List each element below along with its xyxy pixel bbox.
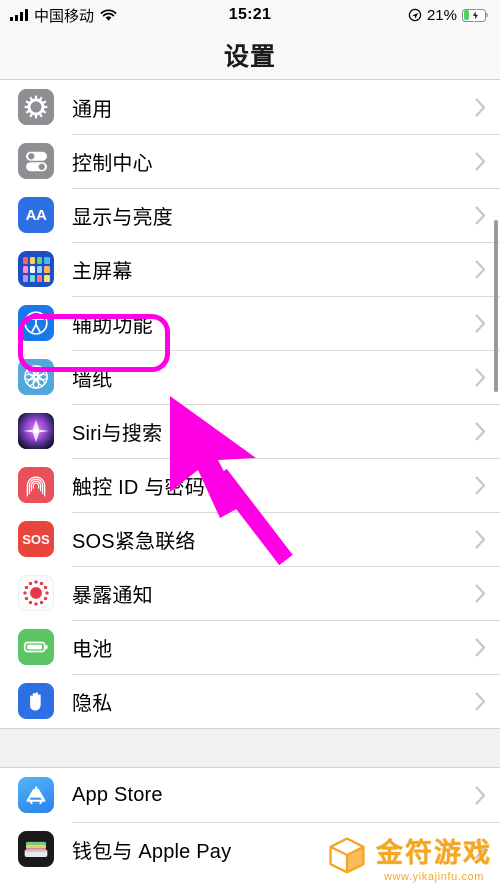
settings-row-label: 辅助功能 bbox=[72, 314, 153, 337]
watermark-text: 金符游戏 www.yikajinfu.com bbox=[376, 831, 492, 883]
accessibility-icon bbox=[18, 305, 54, 341]
wallet-icon bbox=[18, 831, 54, 867]
settings-row-label: 墙纸 bbox=[72, 368, 113, 391]
battery-percent-label: 21% bbox=[426, 6, 457, 24]
settings-row[interactable]: 主屏幕 bbox=[0, 242, 500, 296]
display-aa-icon: AA bbox=[18, 197, 54, 233]
privacy-hand-icon bbox=[18, 683, 54, 719]
wifi-icon bbox=[100, 8, 117, 22]
settings-row[interactable]: SOS SOS紧急联络 bbox=[0, 512, 500, 566]
siri-icon bbox=[18, 413, 54, 449]
gear-icon bbox=[18, 89, 54, 125]
settings-row[interactable]: AA 显示与亮度 bbox=[0, 188, 500, 242]
chevron-right-icon bbox=[475, 152, 486, 171]
settings-row-label: 电池 bbox=[72, 638, 113, 661]
watermark: 金符游戏 www.yikajinfu.com bbox=[326, 831, 492, 883]
settings-row-label: 主屏幕 bbox=[72, 260, 133, 283]
battery-charging-icon bbox=[462, 8, 488, 22]
chevron-right-icon bbox=[475, 422, 486, 441]
cube-logo-icon bbox=[326, 834, 368, 881]
status-bar-left: 中国移动 bbox=[10, 5, 117, 26]
toggles-icon bbox=[18, 143, 54, 179]
settings-row[interactable]: 墙纸 bbox=[0, 350, 500, 404]
chevron-right-icon bbox=[475, 530, 486, 549]
wallpaper-flower-icon bbox=[18, 359, 54, 395]
settings-row[interactable]: 暴露通知 bbox=[0, 566, 500, 620]
chevron-right-icon bbox=[475, 476, 486, 495]
status-bar: 中国移动 15:21 21% bbox=[0, 0, 500, 30]
chevron-right-icon bbox=[475, 692, 486, 711]
settings-row[interactable]: App Store bbox=[0, 768, 500, 822]
watermark-url: www.yikajinfu.com bbox=[383, 871, 485, 883]
settings-row[interactable]: 隐私 bbox=[0, 674, 500, 728]
settings-row[interactable]: 控制中心 bbox=[0, 134, 500, 188]
chevron-right-icon bbox=[475, 260, 486, 279]
chevron-right-icon bbox=[475, 786, 486, 805]
settings-row[interactable]: 电池 bbox=[0, 620, 500, 674]
carrier-label: 中国移动 bbox=[34, 7, 95, 25]
settings-row[interactable]: 通用 bbox=[0, 80, 500, 134]
fingerprint-icon bbox=[18, 467, 54, 503]
clock-label: 15:21 bbox=[228, 6, 272, 23]
settings-row-label: 通用 bbox=[72, 98, 113, 121]
home-screen-grid-icon bbox=[18, 251, 54, 287]
settings-group-primary: 通用控制中心 AA 显示与亮度主屏幕辅助功能墙纸 Siri与搜索触控 ID 与密码 SO… bbox=[0, 80, 500, 728]
exposure-notification-icon bbox=[18, 575, 54, 611]
watermark-title: 金符游戏 bbox=[376, 838, 492, 868]
app-store-icon bbox=[18, 777, 54, 813]
settings-row-label: 触控 ID 与密码 bbox=[72, 476, 205, 499]
section-gap bbox=[0, 728, 500, 768]
chevron-right-icon bbox=[475, 314, 486, 333]
settings-row-label: 暴露通知 bbox=[72, 584, 153, 607]
settings-row-label: 控制中心 bbox=[72, 152, 153, 175]
battery-icon bbox=[18, 629, 54, 665]
settings-row[interactable]: 触控 ID 与密码 bbox=[0, 458, 500, 512]
chevron-right-icon bbox=[475, 206, 486, 225]
settings-row-label: 显示与亮度 bbox=[72, 206, 173, 229]
settings-row[interactable]: 辅助功能 bbox=[0, 296, 500, 350]
settings-scroll-area[interactable]: 通用控制中心 AA 显示与亮度主屏幕辅助功能墙纸 Siri与搜索触控 ID 与密码 SO… bbox=[0, 80, 500, 876]
settings-row[interactable]: Siri与搜索 bbox=[0, 404, 500, 458]
page-title: 设置 bbox=[223, 42, 276, 71]
navigation-bar: 设置 bbox=[0, 30, 500, 80]
scrollbar-indicator[interactable] bbox=[494, 220, 498, 392]
settings-row-label: 隐私 bbox=[72, 692, 113, 715]
settings-row-label: Siri与搜索 bbox=[72, 422, 163, 445]
sos-icon: SOS bbox=[18, 521, 54, 557]
chevron-right-icon bbox=[475, 98, 486, 117]
chevron-right-icon bbox=[475, 638, 486, 657]
settings-row-label: SOS紧急联络 bbox=[72, 530, 196, 553]
signal-bars-icon bbox=[10, 9, 28, 21]
settings-row-label: 钱包与 Apple Pay bbox=[72, 840, 232, 863]
chevron-right-icon bbox=[475, 584, 486, 603]
settings-row-label: App Store bbox=[72, 783, 163, 806]
status-bar-right: 21% bbox=[408, 7, 488, 24]
location-arrow-icon bbox=[408, 8, 422, 22]
chevron-right-icon bbox=[475, 368, 486, 387]
